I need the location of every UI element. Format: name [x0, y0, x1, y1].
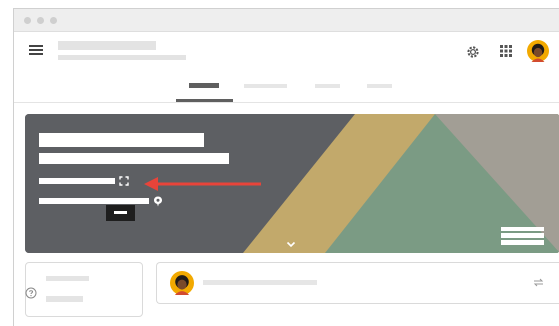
active-tab-underline — [176, 99, 233, 102]
tab-people[interactable] — [315, 84, 340, 88]
class-title-placeholder — [58, 41, 156, 50]
window-titlebar — [14, 9, 559, 32]
class-subtitle-placeholder — [58, 55, 186, 60]
announce-card[interactable] — [156, 262, 559, 304]
tab-stream[interactable] — [189, 83, 219, 88]
fullscreen-icon[interactable] — [119, 176, 129, 186]
class-banner — [25, 114, 559, 253]
chevron-down-icon[interactable] — [286, 241, 296, 248]
repost-icon[interactable] — [533, 277, 544, 288]
annotation-arrow-icon — [144, 177, 261, 191]
browser-window — [13, 8, 559, 326]
window-close-dot[interactable] — [24, 17, 31, 24]
window-zoom-dot[interactable] — [50, 17, 57, 24]
tab-classwork[interactable] — [244, 84, 287, 88]
app-header — [14, 32, 559, 103]
class-section-placeholder — [39, 153, 229, 164]
customize-button-line-2[interactable] — [501, 233, 544, 238]
customize-button-line-3[interactable] — [501, 240, 544, 245]
help-circle-icon[interactable] — [25, 287, 37, 299]
apps-grid-icon[interactable] — [500, 45, 512, 57]
copy-tooltip — [106, 205, 135, 221]
upcoming-title-placeholder — [46, 276, 89, 281]
upcoming-card — [25, 262, 143, 317]
class-name-placeholder — [39, 133, 204, 147]
meet-link-placeholder[interactable] — [39, 198, 149, 204]
tab-grades[interactable] — [367, 84, 392, 88]
class-code-placeholder — [39, 178, 115, 184]
customize-button-line-1[interactable] — [501, 227, 544, 231]
hamburger-menu-icon[interactable] — [29, 45, 43, 55]
meet-icon[interactable] — [153, 196, 163, 207]
upcoming-text-placeholder — [46, 296, 83, 302]
announce-placeholder[interactable] — [203, 280, 317, 285]
user-avatar-icon[interactable] — [527, 40, 549, 62]
user-avatar-icon — [170, 271, 194, 295]
window-minimize-dot[interactable] — [37, 17, 44, 24]
gear-icon[interactable] — [466, 45, 480, 59]
